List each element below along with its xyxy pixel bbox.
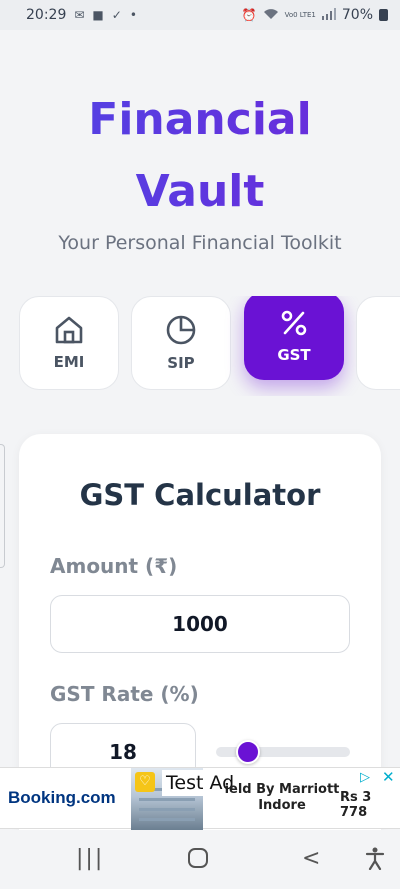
home-icon <box>55 316 83 344</box>
heart-icon[interactable]: ♡ <box>135 772 155 792</box>
tab-sip-label: SIP <box>167 354 195 372</box>
back-button[interactable]: < <box>302 846 320 871</box>
check-icon: ✓ <box>111 8 122 22</box>
recent-apps-button[interactable]: ||| <box>76 846 104 871</box>
tab-gst-label: GST <box>277 346 311 364</box>
app-title-line1: Financial <box>88 94 312 145</box>
network-label: Vo0 LTE1 <box>284 11 316 19</box>
amount-input[interactable]: 1000 <box>50 595 350 653</box>
dot-icon: • <box>129 8 137 22</box>
pie-chart-icon <box>166 315 196 345</box>
alarm-icon: ⏰ <box>241 8 257 22</box>
amount-value: 1000 <box>172 612 228 636</box>
ad-choices-icon[interactable]: ▷ <box>360 770 370 785</box>
gst-rate-value: 18 <box>109 740 137 764</box>
home-button[interactable] <box>186 846 210 876</box>
side-drawer-handle[interactable] <box>0 444 5 568</box>
notification-icon: ✉ <box>74 8 85 22</box>
ad-price: Rs 3 778 <box>340 790 372 820</box>
close-icon[interactable]: ✕ <box>382 768 395 786</box>
tab-gst[interactable]: GST <box>244 296 344 380</box>
signal-icon <box>321 7 336 23</box>
ad-banner[interactable]: Booking.com ♡ Test Ad ield By Marriott I… <box>0 767 400 830</box>
video-icon: ■ <box>92 8 104 22</box>
calculator-tabs: EMI SIP GST <box>0 296 400 396</box>
app-subtitle: Your Personal Financial Toolkit <box>58 232 342 254</box>
battery-percent: 70% <box>341 7 373 23</box>
amount-label: Amount (₹) <box>50 554 178 578</box>
ad-description: ield By Marriott Indore <box>224 782 340 813</box>
ad-brand: Booking.com <box>8 788 116 807</box>
app-title: Financial Vault <box>0 84 400 228</box>
accessibility-icon[interactable] <box>364 846 386 876</box>
wifi-icon <box>263 8 279 23</box>
battery-icon <box>379 9 388 21</box>
gst-rate-slider-thumb[interactable] <box>236 740 260 764</box>
percent-icon <box>281 310 307 336</box>
status-bar: 20:29 ✉ ■ ✓ • ⏰ Vo0 LTE1 70% <box>0 0 400 30</box>
system-nav-bar: ||| < <box>0 830 400 889</box>
tab-more[interactable] <box>356 296 400 390</box>
gst-rate-label: GST Rate (%) <box>50 682 199 706</box>
tab-sip[interactable]: SIP <box>131 296 231 390</box>
app-title-line2: Vault <box>135 166 265 217</box>
status-time: 20:29 <box>26 7 67 23</box>
tab-emi[interactable]: EMI <box>19 296 119 390</box>
tab-emi-label: EMI <box>53 353 85 371</box>
calculator-title: GST Calculator <box>79 478 321 512</box>
